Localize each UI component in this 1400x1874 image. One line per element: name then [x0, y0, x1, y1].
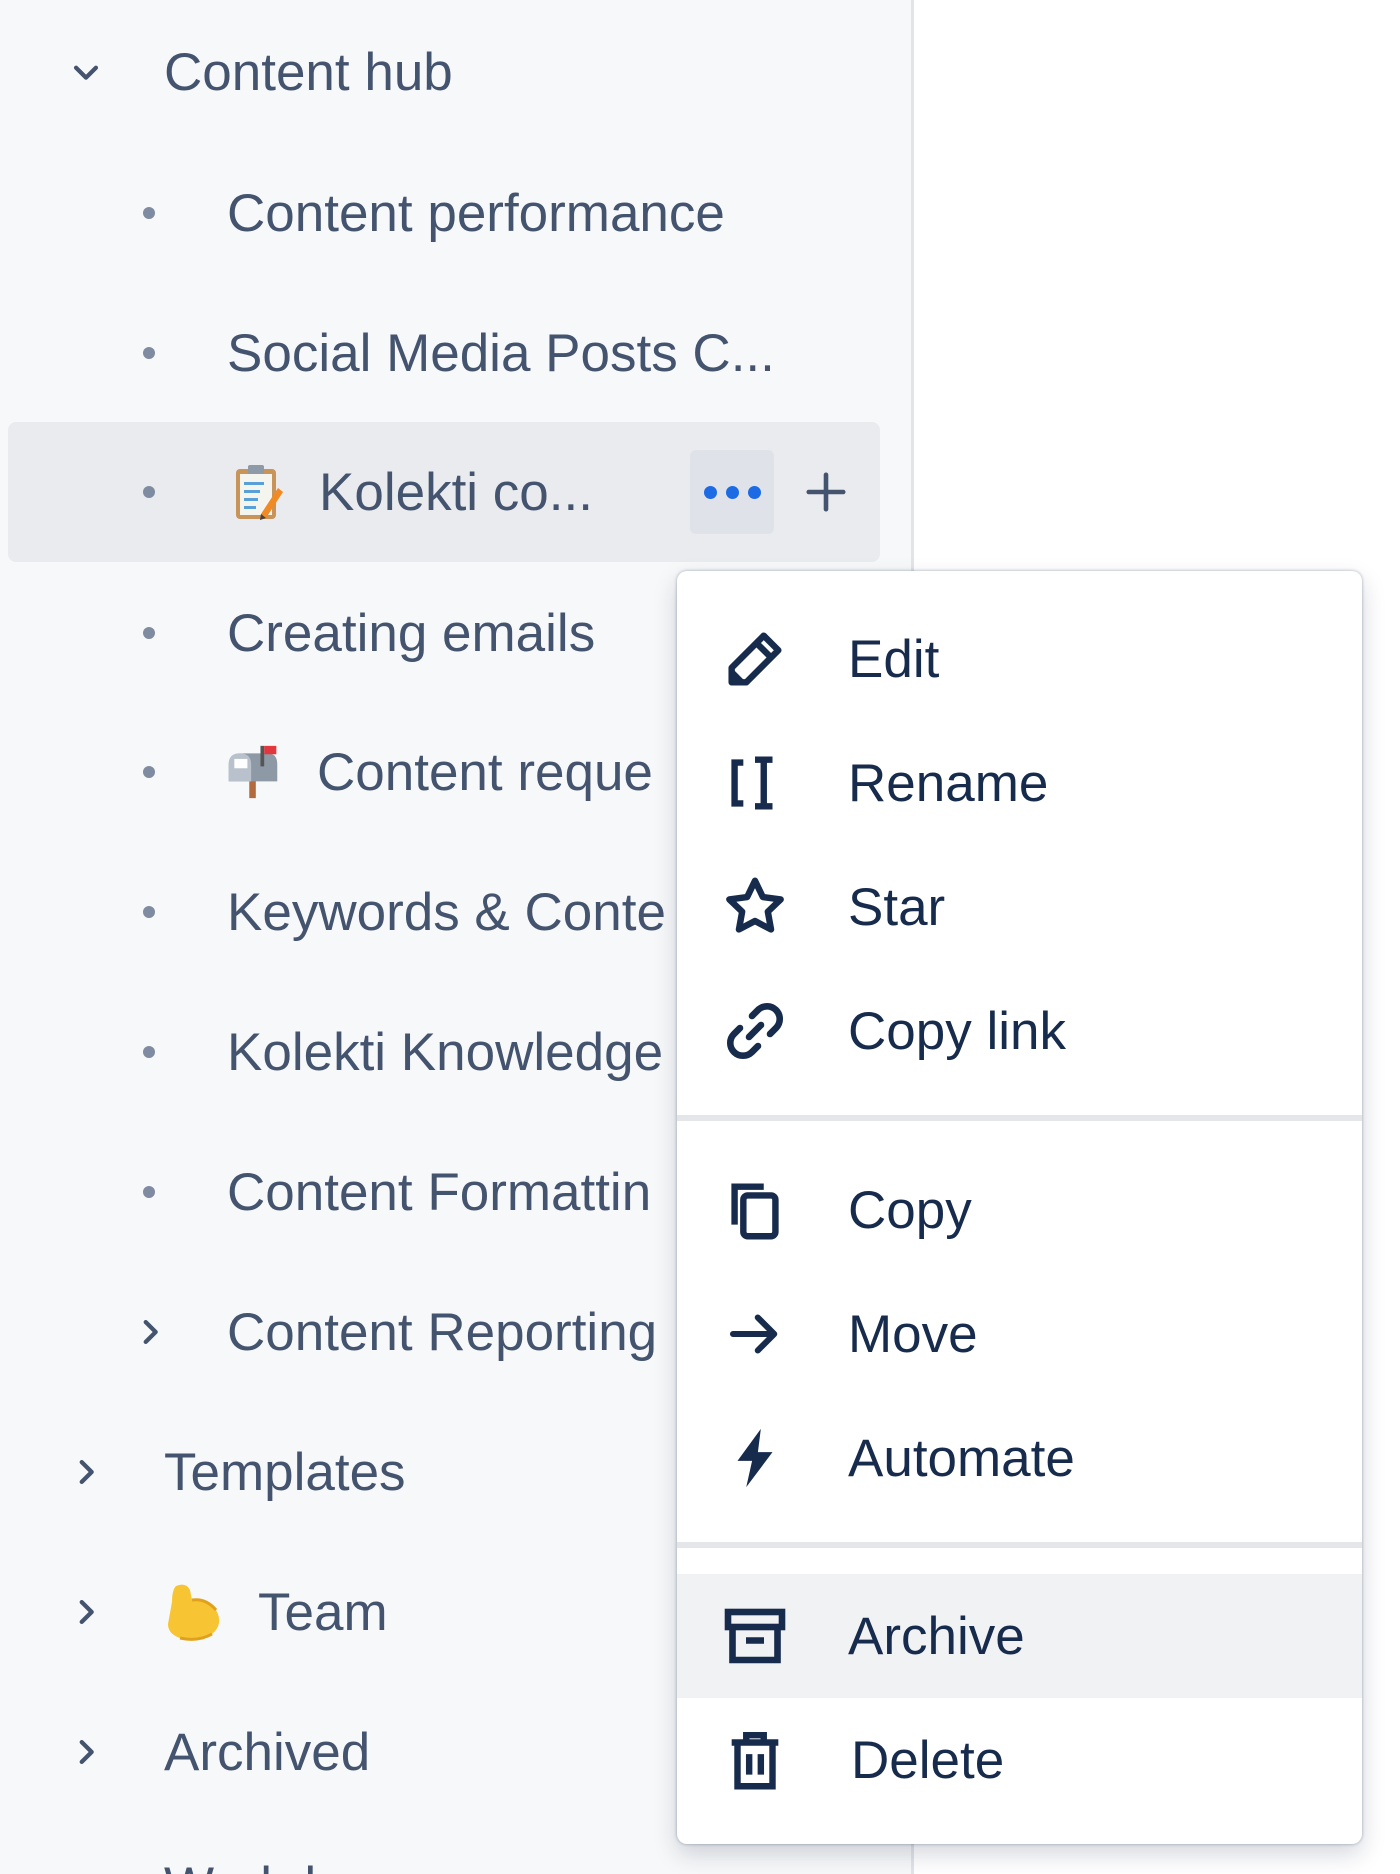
menu-divider: [677, 1542, 1362, 1548]
mailbox-icon: [225, 742, 281, 802]
bullet-icon: [143, 627, 155, 639]
menu-item-label: Move: [848, 1304, 978, 1364]
sidebar-item-label: Content reque: [317, 742, 653, 802]
link-icon: [717, 993, 793, 1069]
bullet-icon: [143, 486, 155, 498]
arrow-right-icon: [717, 1296, 793, 1372]
more-actions-button[interactable]: [690, 450, 774, 534]
sidebar-section-content-hub[interactable]: Content hub: [0, 2, 914, 142]
menu-item-move[interactable]: Move: [677, 1272, 1362, 1396]
menu-item-label: Rename: [848, 753, 1049, 813]
bullet-icon: [143, 766, 155, 778]
chevron-right-icon[interactable]: [130, 1312, 170, 1352]
chevron-right-icon[interactable]: [66, 1592, 106, 1632]
sidebar-section-label: Team: [258, 1582, 388, 1642]
bullet-icon: [143, 906, 155, 918]
sidebar-item-label: Content Formattin: [227, 1162, 652, 1222]
rename-cursor-icon: [717, 745, 793, 821]
sidebar-item-social-media-posts[interactable]: Social Media Posts C...: [0, 283, 914, 423]
section-title: Content hub: [164, 42, 453, 102]
add-page-button[interactable]: [794, 460, 858, 524]
menu-item-delete[interactable]: Delete: [677, 1698, 1362, 1822]
page-context-menu: Edit Rename Star Copy link Copy Move Aut…: [677, 571, 1362, 1844]
menu-item-copy[interactable]: Copy: [677, 1148, 1362, 1272]
flexed-biceps-icon: [162, 1580, 226, 1644]
menu-item-label: Copy: [848, 1180, 972, 1240]
page: Content hub Content performance Social M…: [0, 0, 1400, 1874]
menu-item-label: Automate: [848, 1428, 1075, 1488]
sidebar-item-label: Creating emails: [227, 603, 596, 663]
dot-icon: [703, 485, 717, 499]
dot-icon: [747, 485, 761, 499]
menu-divider: [677, 1115, 1362, 1121]
menu-item-label: Copy link: [848, 1001, 1066, 1061]
archive-box-icon: [717, 1598, 793, 1674]
menu-item-archive[interactable]: Archive: [677, 1574, 1362, 1698]
menu-item-copy-link[interactable]: Copy link: [677, 969, 1362, 1093]
sidebar-section-label: Archived: [164, 1722, 371, 1782]
sidebar-item-label: Keywords & Conte: [227, 882, 666, 942]
menu-item-rename[interactable]: Rename: [677, 721, 1362, 845]
sidebar-item-label: Kolekti Knowledge: [227, 1022, 664, 1082]
menu-item-star[interactable]: Star: [677, 845, 1362, 969]
bullet-icon: [143, 207, 155, 219]
menu-item-label: Delete: [851, 1730, 1005, 1790]
plus-icon: [806, 472, 846, 512]
sidebar-section-label: Templates: [164, 1442, 406, 1502]
lightning-icon: [717, 1420, 793, 1496]
bullet-icon: [143, 347, 155, 359]
sidebar-item-label: Content performance: [227, 183, 725, 243]
menu-item-label: Edit: [848, 629, 940, 689]
sidebar-item-label: Kolekti co...: [319, 462, 593, 522]
copy-icon: [717, 1172, 793, 1248]
sidebar-item-content-performance[interactable]: Content performance: [0, 143, 914, 283]
chevron-right-icon[interactable]: [66, 1732, 106, 1772]
menu-item-label: Archive: [848, 1606, 1025, 1666]
bullet-icon: [143, 1046, 155, 1058]
pencil-icon: [717, 621, 793, 697]
menu-item-edit[interactable]: Edit: [677, 597, 1362, 721]
menu-item-automate[interactable]: Automate: [677, 1396, 1362, 1520]
sidebar-section-label: Workd: [164, 1856, 316, 1874]
bullet-icon: [143, 1186, 155, 1198]
chevron-down-icon[interactable]: [66, 52, 106, 92]
sidebar-item-label: Content Reporting: [227, 1302, 658, 1362]
star-icon: [717, 869, 793, 945]
sidebar-item-label: Social Media Posts C...: [227, 323, 775, 383]
dot-icon: [725, 485, 739, 499]
trash-icon: [717, 1722, 793, 1798]
menu-item-label: Star: [848, 877, 946, 937]
chevron-right-icon[interactable]: [66, 1452, 106, 1492]
clipboard-icon: [230, 462, 286, 522]
sidebar-item-kolekti-co[interactable]: Kolekti co...: [8, 422, 880, 562]
